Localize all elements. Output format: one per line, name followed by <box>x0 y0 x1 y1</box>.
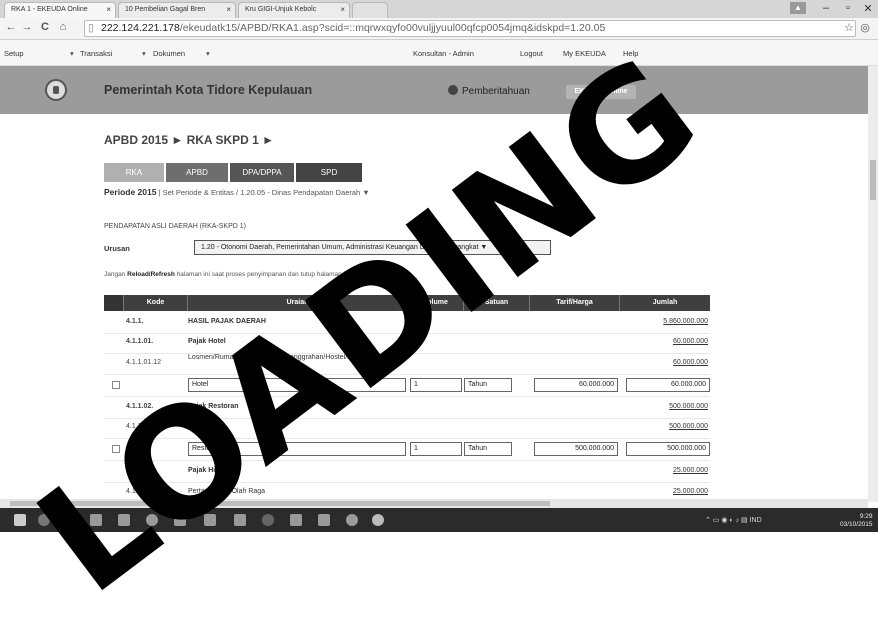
row-code: 4.1.1. <box>126 318 144 325</box>
clock-time: 9:29 <box>859 513 873 520</box>
url-host: 222.124.221.178 <box>101 22 180 34</box>
system-tray[interactable]: ⌃ ▭ ◉ ◐ ♪ ▤ IND <box>705 516 762 524</box>
row-checkbox[interactable] <box>112 381 120 389</box>
row-code: 4.1.1.01. <box>126 338 154 345</box>
period-detail: | Set Periode & Entitas / 1.20.05 - Dina… <box>158 188 370 197</box>
browser-tab-label: RKA 1 - EKEUDA Online <box>11 6 88 13</box>
jumlah-input[interactable]: 500.000.000 <box>626 442 710 456</box>
vertical-scrollbar[interactable] <box>868 66 878 502</box>
close-icon[interactable]: × <box>340 3 345 17</box>
close-icon[interactable]: × <box>106 3 111 17</box>
clock[interactable]: 9:29 03/10/2015 <box>840 513 873 529</box>
browser-tab-rka[interactable]: RKA 1 - EKEUDA Online × <box>4 2 116 18</box>
store-icon[interactable] <box>318 514 330 526</box>
browser-tab-label: 10 Pembelian Gagal Bren <box>125 6 206 13</box>
vertical-scroll-thumb[interactable] <box>870 160 876 200</box>
city-emblem-icon <box>45 79 67 101</box>
period-selector[interactable]: Periode 2015 | Set Periode & Entitas / 1… <box>104 187 370 197</box>
language-indicator: IND <box>749 517 762 524</box>
row-amount-link[interactable]: 5.860.000.000 <box>663 318 708 325</box>
row-amount-link[interactable]: 500.000.000 <box>669 403 708 410</box>
maximize-icon[interactable]: ▫ <box>838 2 858 14</box>
minimize-icon[interactable]: – <box>816 2 836 14</box>
breadcrumb: APBD 2015 ► RKA SKPD 1 ► <box>104 133 275 147</box>
close-icon[interactable]: × <box>226 3 231 17</box>
tab-dpa[interactable]: DPA/DPPA <box>230 163 294 182</box>
table-header-select <box>104 295 124 311</box>
tarif-input[interactable]: 60.000.000 <box>534 378 618 392</box>
notification-label: Pemberitahuan <box>462 86 530 97</box>
row-amount-link[interactable]: 500.000.000 <box>669 423 708 430</box>
menu-setup[interactable]: Setup <box>4 49 24 58</box>
browser-tab-strip: RKA 1 - EKEUDA Online × 10 Pembelian Gaga… <box>0 0 878 18</box>
app-menu-bar: Setup ▾ Transaksi ▾ Dokumen ▾ Konsultan … <box>0 40 878 66</box>
table-header-jumlah: Jumlah <box>620 295 710 311</box>
address-bar: ← → C ⌂ ▯ 222.124.221.178/ekeudatk15/APBD… <box>0 18 878 40</box>
browser-tab-pembelian[interactable]: 10 Pembelian Gagal Bren × <box>118 2 236 18</box>
clock-date: 03/10/2015 <box>840 521 873 528</box>
bell-icon <box>448 85 458 95</box>
warning-prefix: Jangan <box>104 271 126 278</box>
new-tab-button[interactable] <box>352 2 388 18</box>
url-input[interactable]: ▯ 222.124.221.178/ekeudatk15/APBD/RKA1.as… <box>84 20 856 37</box>
urusan-label: Urusan <box>104 244 130 253</box>
app-icon[interactable] <box>290 514 302 526</box>
warning-emphasis: Reload/Refresh <box>127 271 175 278</box>
row-code: 4.1.1.01.12 <box>126 359 162 366</box>
menu-logout[interactable]: Logout <box>520 49 543 58</box>
volume-input[interactable]: 1 <box>410 442 462 456</box>
menu-dokumen[interactable]: Dokumen <box>153 49 185 58</box>
table-header-kode: Kode <box>124 295 188 311</box>
back-icon[interactable]: ← <box>4 21 18 33</box>
bookmark-star-icon[interactable]: ☆ <box>842 21 856 34</box>
extension-icon[interactable]: ◎ <box>858 21 872 34</box>
page-icon: ▯ <box>88 22 94 34</box>
tarif-input[interactable]: 500.000.000 <box>534 442 618 456</box>
jumlah-input[interactable]: 60.000.000 <box>626 378 710 392</box>
start-icon[interactable] <box>14 514 26 526</box>
edge-icon[interactable] <box>262 514 274 526</box>
row-amount-link[interactable]: 25.000.000 <box>673 467 708 474</box>
dropdown-icon: ▾ <box>206 49 210 58</box>
app-header: Pemerintah Kota Tidore Kepulauan Pemberi… <box>0 66 878 114</box>
dropdown-icon: ▾ <box>142 49 146 58</box>
close-window-icon[interactable]: ✕ <box>858 2 878 15</box>
browser-tab-kru[interactable]: Kru GIGI-Unjuk Kebolc × <box>238 2 350 18</box>
notification-link[interactable]: Pemberitahuan <box>448 85 530 97</box>
url-path: /ekeudatk15/APBD/RKA1.asp?scid=::mqrwxqy… <box>179 22 606 34</box>
forward-icon[interactable]: → <box>20 21 34 33</box>
satuan-input[interactable]: Tahun <box>464 378 512 392</box>
row-amount-link[interactable]: 60.000.000 <box>673 359 708 366</box>
dropdown-icon: ▾ <box>70 49 74 58</box>
tab-rka[interactable]: RKA <box>104 163 164 182</box>
reload-icon[interactable]: C <box>38 21 52 33</box>
row-amount-link[interactable]: 60.000.000 <box>673 338 708 345</box>
user-icon[interactable]: ▲ <box>790 2 806 14</box>
tab-spd[interactable]: SPD <box>296 163 362 182</box>
period-label: Periode 2015 <box>104 187 157 197</box>
satuan-input[interactable]: Tahun <box>464 442 512 456</box>
menu-user[interactable]: Konsultan - Admin <box>413 49 474 58</box>
chrome-icon[interactable] <box>372 514 384 526</box>
row-amount-link[interactable]: 25.000.000 <box>673 488 708 495</box>
section-title: PENDAPATAN ASLI DAERAH (RKA-SKPD 1) <box>104 223 246 230</box>
chrome-icon[interactable] <box>346 514 358 526</box>
menu-transaksi[interactable]: Transaksi <box>80 49 112 58</box>
tab-apbd[interactable]: APBD <box>166 163 228 182</box>
browser-tab-label: Kru GIGI-Unjuk Kebolc <box>245 6 317 13</box>
org-name: Pemerintah Kota Tidore Kepulauan <box>104 83 313 97</box>
home-icon[interactable]: ⌂ <box>56 21 70 33</box>
